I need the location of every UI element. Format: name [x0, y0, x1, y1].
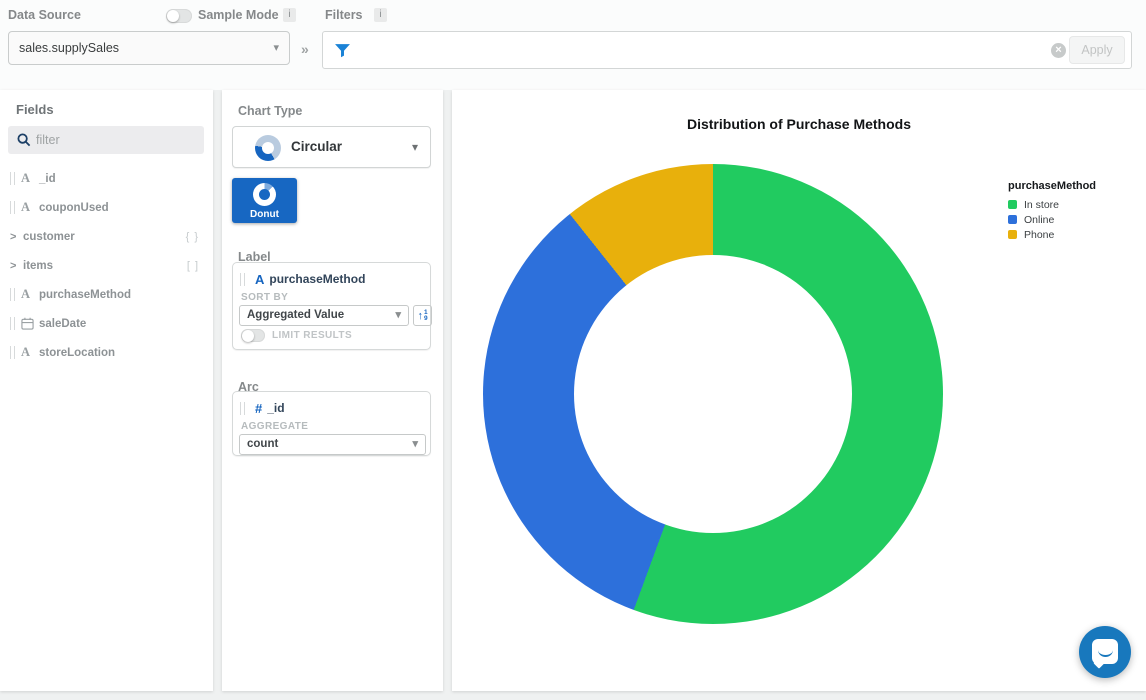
donut-chart[interactable]: [483, 164, 943, 624]
field-row-purchaseMethod[interactable]: ApurchaseMethod: [0, 280, 213, 309]
chevron-down-icon: ▾: [412, 435, 418, 454]
legend-title: purchaseMethod: [1008, 180, 1096, 192]
legend-item-phone: Phone: [1008, 227, 1096, 242]
sample-mode-label: Sample Mode: [198, 8, 279, 22]
search-icon: [17, 133, 31, 147]
chart-legend: purchaseMethod In storeOnlinePhone: [1008, 180, 1096, 242]
donut-subtype-label: Donut: [232, 209, 297, 220]
filters-info-icon[interactable]: i: [374, 8, 387, 22]
top-toolbar: Data Source Sample Mode i Filters i sale…: [0, 0, 1146, 90]
donut-hole: [574, 255, 852, 533]
expand-chevron-icon[interactable]: >: [10, 231, 21, 243]
chevron-down-icon: ▾: [412, 127, 418, 167]
label-field-name: purchaseMethod: [269, 272, 365, 286]
data-source-value: sales.supplySales: [19, 41, 119, 55]
number-type-icon: #: [255, 401, 262, 416]
string-type-icon: A: [21, 171, 37, 186]
donut-chart-icon: [253, 183, 276, 206]
limit-results-row: LIMIT RESULTS: [241, 329, 352, 342]
sort-by-value: Aggregated Value: [247, 309, 344, 321]
label-encoding-card: A purchaseMethod SORT BY Aggregated Valu…: [232, 262, 431, 350]
sort-numeric-icon: 1 9: [424, 310, 428, 322]
fields-list: A_idAcouponUsed>customer{ }>items[ ]Apur…: [0, 164, 213, 367]
chart-builder-panel: Chart Type Circular ▾ Donut Label A purc…: [222, 90, 443, 691]
limit-results-toggle[interactable]: [241, 329, 265, 342]
filters-input[interactable]: × Apply: [322, 31, 1132, 69]
field-row-items[interactable]: >items[ ]: [0, 251, 213, 280]
arc-field-chip[interactable]: # _id: [240, 399, 430, 417]
drag-handle-icon[interactable]: [10, 346, 15, 359]
field-row-couponUsed[interactable]: AcouponUsed: [0, 193, 213, 222]
clear-filter-icon[interactable]: ×: [1051, 43, 1066, 58]
circular-chart-icon: [255, 135, 281, 161]
funnel-icon: [334, 42, 351, 59]
drag-handle-icon[interactable]: [10, 172, 15, 185]
fields-panel: Fields A_idAcouponUsed>customer{ }>items…: [0, 90, 213, 691]
object-badge: { }: [186, 231, 199, 243]
legend-swatch-icon: [1008, 200, 1017, 209]
chart-type-label: Chart Type: [238, 104, 302, 118]
limit-results-label: LIMIT RESULTS: [272, 330, 352, 341]
data-source-label: Data Source: [8, 8, 81, 22]
sort-direction-button[interactable]: ↑ 1 9: [413, 305, 432, 326]
legend-item-online: Online: [1008, 212, 1096, 227]
chart-type-select[interactable]: Circular ▾: [232, 126, 431, 168]
field-row-storeLocation[interactable]: AstoreLocation: [0, 338, 213, 367]
data-source-select[interactable]: sales.supplySales ▾: [8, 31, 290, 65]
calendar-icon: [21, 317, 34, 330]
legend-item-in-store: In store: [1008, 197, 1096, 212]
string-type-icon: A: [21, 287, 37, 302]
drag-handle-icon[interactable]: [240, 273, 245, 286]
filters-label: Filters: [325, 8, 363, 22]
chat-launcher-button[interactable]: [1079, 626, 1131, 678]
sample-mode-info-icon[interactable]: i: [283, 8, 296, 22]
donut-subtype-tile[interactable]: Donut: [232, 178, 297, 223]
fields-filter-input[interactable]: [36, 126, 196, 154]
drag-handle-icon[interactable]: [240, 402, 245, 415]
chart-preview-panel: Distribution of Purchase Methods purchas…: [452, 90, 1146, 691]
drag-handle-icon[interactable]: [10, 317, 15, 330]
fields-panel-title: Fields: [16, 102, 54, 117]
array-badge: [ ]: [187, 260, 199, 272]
legend-swatch-icon: [1008, 215, 1017, 224]
aggregate-label: AGGREGATE: [241, 421, 308, 432]
legend-swatch-icon: [1008, 230, 1017, 239]
expand-chevron-icon[interactable]: >: [10, 260, 21, 272]
aggregate-value: count: [247, 438, 278, 450]
sample-mode-toggle[interactable]: [166, 9, 192, 23]
drag-handle-icon[interactable]: [10, 288, 15, 301]
chat-bubble-icon: [1092, 639, 1118, 664]
label-field-chip[interactable]: A purchaseMethod: [240, 270, 430, 288]
chevron-down-icon: ▾: [395, 306, 401, 325]
aggregate-select[interactable]: count ▾: [239, 434, 426, 455]
fields-filter-box: [8, 126, 204, 154]
chevron-down-icon: ▾: [273, 32, 279, 64]
sort-by-select[interactable]: Aggregated Value ▾: [239, 305, 409, 326]
string-type-icon: A: [21, 200, 37, 215]
string-type-icon: A: [21, 345, 37, 360]
string-type-icon: A: [255, 272, 264, 287]
arc-field-name: _id: [267, 401, 284, 415]
field-row-customer[interactable]: >customer{ }: [0, 222, 213, 251]
sort-ascending-icon: ↑: [417, 310, 423, 322]
field-row-_id[interactable]: A_id: [0, 164, 213, 193]
pipeline-separator-icon: »: [301, 41, 309, 57]
field-row-saleDate[interactable]: saleDate: [0, 309, 213, 338]
chart-title: Distribution of Purchase Methods: [452, 116, 1146, 132]
apply-button[interactable]: Apply: [1069, 36, 1125, 64]
drag-handle-icon[interactable]: [10, 201, 15, 214]
chart-type-value: Circular: [291, 127, 342, 167]
arc-encoding-card: # _id AGGREGATE count ▾: [232, 391, 431, 456]
sort-by-label: SORT BY: [241, 292, 288, 303]
